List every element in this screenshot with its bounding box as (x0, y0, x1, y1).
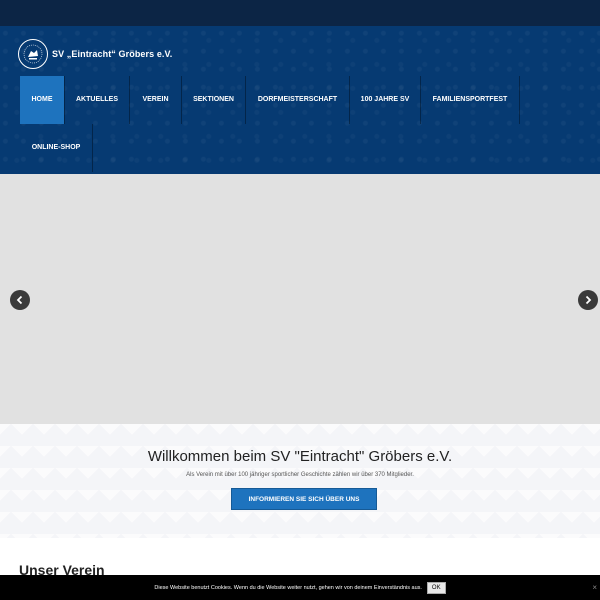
top-bar (0, 0, 600, 26)
chevron-left-icon (16, 295, 23, 305)
cookie-ok-button[interactable]: OK (426, 581, 446, 594)
nav-divider (92, 124, 93, 172)
nav-item-dorfmeisterschaft[interactable]: Dorfmeisterschaft (246, 76, 349, 124)
slider-next-button[interactable] (578, 290, 598, 310)
nav-item-sektionen[interactable]: Sektionen (182, 76, 245, 124)
cookie-text: Diese Website benutzt Cookies. Wenn du d… (154, 584, 422, 591)
nav-item-familiensportfest[interactable]: Familiensportfest (421, 76, 519, 124)
nav-item-online-shop[interactable]: Online-Shop (20, 124, 92, 172)
site-title: SV „Eintracht“ Gröbers e.V. (52, 49, 173, 59)
hero-slider (0, 174, 600, 424)
site-header: SV „Eintracht“ Gröbers e.V. Home Aktuell… (0, 26, 600, 174)
nav-divider (519, 76, 520, 124)
nav-item-100-jahre[interactable]: 100 Jahre SV (350, 76, 420, 124)
nav-item-verein[interactable]: Verein (130, 76, 181, 124)
site-logo-link[interactable]: SV „Eintracht“ Gröbers e.V. (18, 39, 172, 69)
slider-prev-button[interactable] (10, 290, 30, 310)
club-emblem-icon (18, 39, 48, 69)
nav-item-home[interactable]: Home (20, 76, 64, 124)
welcome-section: Willkommen beim SV "Eintracht" Gröbers e… (0, 424, 600, 538)
chevron-right-icon (585, 295, 592, 305)
welcome-title: Willkommen beim SV "Eintracht" Gröbers e… (147, 448, 453, 465)
about-us-button[interactable]: Informieren Sie sich über uns (231, 488, 377, 510)
cookie-banner: Diese Website benutzt Cookies. Wenn du d… (0, 575, 600, 600)
nav-item-aktuelles[interactable]: Aktuelles (65, 76, 129, 124)
welcome-subtitle: Als Verein mit über 100 jähriger sportli… (186, 472, 414, 478)
close-icon[interactable]: × (592, 583, 597, 592)
